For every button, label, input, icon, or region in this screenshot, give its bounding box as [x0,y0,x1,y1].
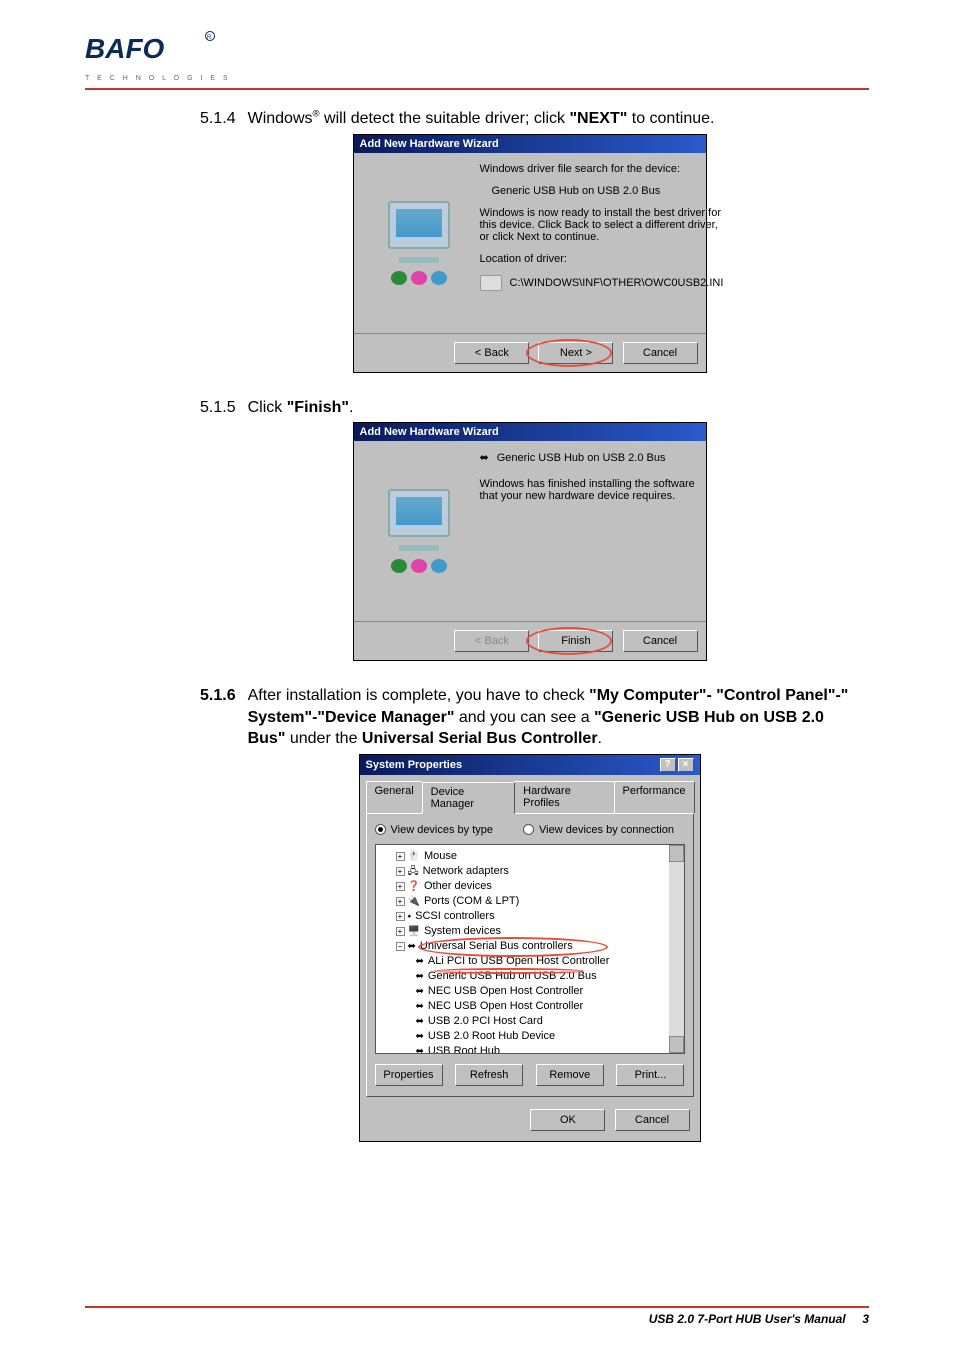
hardware-wizard-dialog-1: Add New Hardware Wizard Windows driver f… [353,134,707,373]
step-516: 5.1.6 After installation is complete, yo… [200,685,859,750]
refresh-button[interactable]: Refresh [455,1064,523,1086]
tree-scsi[interactable]: +⬩SCSI controllers [382,909,678,924]
view-by-connection-radio[interactable] [523,824,534,835]
wizard-driver-path: C:\WINDOWS\INF\OTHER\OWC0USB2.INI [480,275,724,291]
scrollbar[interactable] [669,845,684,1053]
inf-file-icon [480,275,502,291]
usb-device-icon: ⬌ [480,451,489,464]
step-text: After installation is complete, you have… [248,685,859,750]
step-number: 5.1.4 [200,108,236,130]
tree-usb-item[interactable]: ⬌ALi PCI to USB Open Host Controller [382,954,678,969]
ok-button[interactable]: OK [530,1109,605,1131]
wizard-line2: Generic USB Hub on USB 2.0 Bus [480,185,724,197]
footer: USB 2.0 7-Port HUB User's Manual 3 [85,1306,869,1326]
tab-general[interactable]: General [366,781,423,813]
back-button[interactable]: < Back [454,342,529,364]
tree-usb-item[interactable]: ⬌NEC USB Open Host Controller [382,999,678,1014]
dialog-title-bar: System Properties ? × [360,755,700,775]
tree-usb-item[interactable]: ⬌USB Root Hub [382,1044,678,1054]
dialog-title: System Properties [366,759,463,771]
tree-usb[interactable]: −⬌Universal Serial Bus controllers [382,939,678,954]
close-button[interactable]: × [678,758,694,772]
header: BAFO R T E C H N O L O G I E S [85,30,869,82]
tree-ports[interactable]: +🔌Ports (COM & LPT) [382,894,678,909]
tree-usb-item[interactable]: ⬌NEC USB Open Host Controller [382,984,678,999]
step-515: 5.1.5 Click "Finish". [200,397,859,419]
footer-rule [85,1306,869,1308]
tree-mouse[interactable]: +🖱️Mouse [382,849,678,864]
tree-usb-item[interactable]: ⬌USB 2.0 PCI Host Card [382,1014,678,1029]
cancel-button[interactable]: Cancel [623,630,698,652]
tree-usb-item[interactable]: ⬌USB 2.0 Root Hub Device [382,1029,678,1044]
cancel-button[interactable]: Cancel [623,342,698,364]
next-button[interactable]: Next > [538,342,613,364]
device-tree[interactable]: +🖱️Mouse +🖧Network adapters +❓Other devi… [375,844,685,1054]
wizard-illustration [364,451,474,611]
properties-button[interactable]: Properties [375,1064,443,1086]
tree-usb-item[interactable]: ⬌Generic USB Hub on USB 2.0 Bus [382,969,678,984]
tree-system[interactable]: +🖥️System devices [382,924,678,939]
step-514: 5.1.4 Windows® will detect the suitable … [200,108,859,130]
wizard2-line2: Windows has finished installing the soft… [480,478,696,502]
step-number: 5.1.5 [200,397,236,419]
step-text: Click "Finish". [248,397,859,419]
wizard-illustration [364,163,474,323]
hardware-wizard-dialog-2: Add New Hardware Wizard ⬌ Generic USB Hu… [353,422,707,661]
logo: BAFO R T E C H N O L O G I E S [85,30,231,82]
wizard-line1: Windows driver file search for the devic… [480,163,724,175]
tab-hardware-profiles[interactable]: Hardware Profiles [514,781,614,813]
svg-text:BAFO: BAFO [85,33,165,64]
print-button[interactable]: Print... [616,1064,684,1086]
header-rule [85,88,869,90]
tabs: General Device Manager Hardware Profiles… [366,781,694,813]
tab-performance[interactable]: Performance [614,781,695,813]
wizard2-line1: ⬌ Generic USB Hub on USB 2.0 Bus [480,451,696,464]
svg-text:R: R [207,35,212,41]
finish-button[interactable]: Finish [538,630,613,652]
system-properties-dialog: System Properties ? × General Device Man… [359,754,701,1142]
view-by-connection-label: View devices by connection [539,824,674,836]
step-number: 5.1.6 [200,685,236,750]
wizard-line4: Location of driver: [480,253,724,265]
step-text: Windows® will detect the suitable driver… [248,108,859,130]
page-number: 3 [862,1312,869,1326]
view-by-type-label: View devices by type [391,824,494,836]
tree-other[interactable]: +❓Other devices [382,879,678,894]
tree-network[interactable]: +🖧Network adapters [382,864,678,879]
back-button: < Back [454,630,529,652]
cancel-button[interactable]: Cancel [615,1109,690,1131]
help-button[interactable]: ? [660,758,676,772]
view-by-type-radio[interactable] [375,824,386,835]
tab-device-manager[interactable]: Device Manager [422,782,515,814]
dialog-title: Add New Hardware Wizard [354,135,706,153]
logo-tagline: T E C H N O L O G I E S [85,75,231,82]
footer-title: USB 2.0 7-Port HUB User's Manual [649,1312,846,1326]
bafo-logo-icon: BAFO R [85,30,225,68]
wizard-line3: Windows is now ready to install the best… [480,207,724,243]
dialog-title: Add New Hardware Wizard [354,423,706,441]
remove-button[interactable]: Remove [536,1064,604,1086]
